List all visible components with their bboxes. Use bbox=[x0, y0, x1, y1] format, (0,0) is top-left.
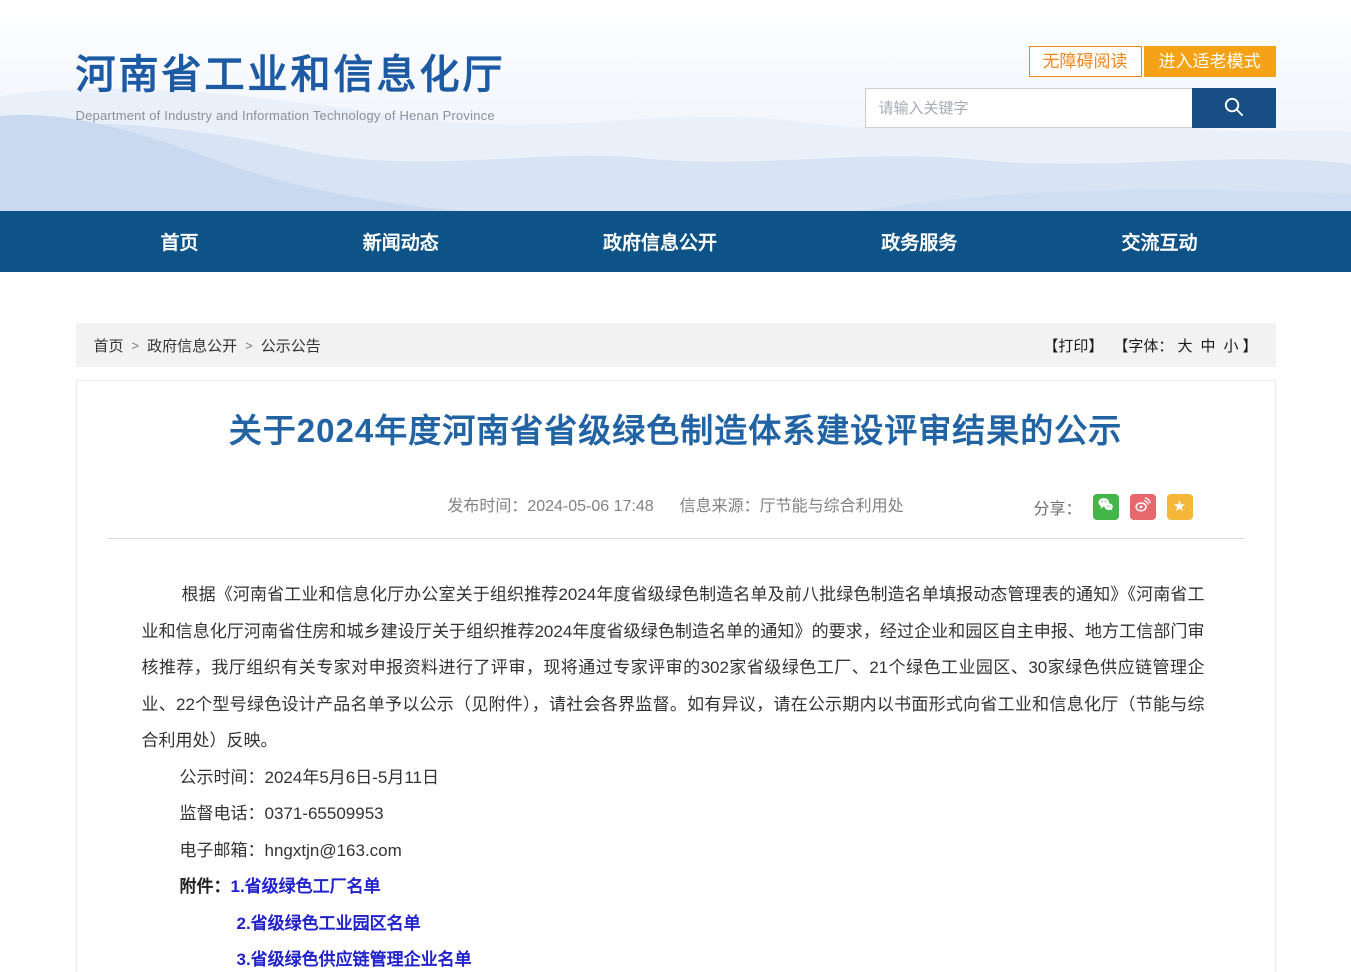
print-button[interactable]: 【打印】 bbox=[1043, 335, 1103, 356]
contact-email: 电子邮箱：hngxtjn@163.com bbox=[142, 833, 1205, 870]
share-weibo-button[interactable] bbox=[1130, 494, 1156, 520]
share-label: 分享： bbox=[1033, 495, 1081, 519]
wechat-icon bbox=[1097, 496, 1114, 518]
page-tools: 【打印】 【字体： 大 中 小 】 bbox=[1043, 335, 1257, 356]
share-wechat-button[interactable] bbox=[1093, 494, 1119, 520]
star-icon: ★ bbox=[1173, 494, 1186, 520]
attachment-row: 3.省级绿色供应链管理企业名单 bbox=[142, 942, 1205, 972]
breadcrumb: 首页 > 政府信息公开 > 公示公告 bbox=[94, 335, 321, 356]
elder-mode-button[interactable]: 进入适老模式 bbox=[1144, 46, 1276, 77]
accessibility-reading-button[interactable]: 无障碍阅读 bbox=[1029, 46, 1142, 77]
font-size-medium[interactable]: 中 bbox=[1200, 335, 1215, 356]
supervision-phone: 监督电话：0371-65509953 bbox=[142, 796, 1205, 833]
source: 厅节能与综合利用处 bbox=[760, 498, 904, 515]
share-toolbar: 分享： bbox=[1033, 494, 1192, 520]
search-bar bbox=[865, 88, 1276, 128]
header-right: 无障碍阅读 进入适老模式 bbox=[865, 46, 1276, 128]
article-meta-row: 发布时间：2024-05-06 17:48 信息来源：厅节能与综合利用处 分享： bbox=[77, 492, 1275, 522]
breadcrumb-announcements[interactable]: 公示公告 bbox=[261, 335, 321, 356]
font-size-label-suffix: 】 bbox=[1242, 335, 1257, 356]
nav-item-gov-info[interactable]: 政府信息公开 bbox=[603, 228, 717, 255]
search-icon bbox=[1222, 95, 1245, 121]
publish-time: 2024-05-06 17:48 bbox=[527, 498, 653, 515]
search-button[interactable] bbox=[1192, 88, 1276, 128]
site-banner: 河南省工业和信息化厅 Department of Industry and In… bbox=[0, 0, 1351, 211]
attachment-label: 附件： bbox=[180, 877, 231, 896]
share-qzone-button[interactable]: ★ bbox=[1167, 494, 1193, 520]
breadcrumb-separator: > bbox=[245, 338, 253, 353]
breadcrumb-bar: 首页 > 政府信息公开 > 公示公告 【打印】 【字体： 大 中 小 】 bbox=[76, 323, 1276, 367]
site-subtitle: Department of Industry and Information T… bbox=[76, 108, 506, 123]
breadcrumb-home[interactable]: 首页 bbox=[94, 335, 124, 356]
nav-item-home[interactable]: 首页 bbox=[161, 228, 199, 255]
weibo-icon bbox=[1134, 496, 1151, 518]
source-label: 信息来源： bbox=[680, 498, 760, 515]
attachment-link-green-industrial-parks[interactable]: 2.省级绿色工业园区名单 bbox=[237, 914, 421, 933]
article-paragraph: 根据《河南省工业和信息化厅办公室关于组织推荐2024年度省级绿色制造名单及前八批… bbox=[142, 577, 1205, 760]
nav-item-interaction[interactable]: 交流互动 bbox=[1121, 228, 1197, 255]
article-body: 根据《河南省工业和信息化厅办公室关于组织推荐2024年度省级绿色制造名单及前八批… bbox=[77, 539, 1275, 972]
attachment-link-green-supply-chain[interactable]: 3.省级绿色供应链管理企业名单 bbox=[237, 950, 472, 969]
site-logo[interactable]: 河南省工业和信息化厅 Department of Industry and In… bbox=[76, 42, 506, 123]
search-input[interactable] bbox=[865, 88, 1192, 128]
font-size-large[interactable]: 大 bbox=[1177, 335, 1192, 356]
publicity-period: 公示时间：2024年5月6日-5月11日 bbox=[142, 760, 1205, 797]
quick-buttons: 无障碍阅读 进入适老模式 bbox=[865, 46, 1276, 77]
article-title: 关于2024年度河南省省级绿色制造体系建设评审结果的公示 bbox=[77, 408, 1275, 454]
attachment-row: 附件：1.省级绿色工厂名单 bbox=[142, 869, 1205, 906]
font-size-small[interactable]: 小 bbox=[1223, 335, 1238, 356]
font-size-label: 【字体： bbox=[1113, 335, 1173, 356]
breadcrumb-gov-info[interactable]: 政府信息公开 bbox=[147, 335, 237, 356]
publish-time-label: 发布时间： bbox=[447, 498, 527, 515]
article-card: 关于2024年度河南省省级绿色制造体系建设评审结果的公示 发布时间：2024-0… bbox=[76, 380, 1276, 972]
nav-item-news[interactable]: 新闻动态 bbox=[363, 228, 439, 255]
attachment-link-green-factories[interactable]: 1.省级绿色工厂名单 bbox=[231, 877, 381, 896]
main-navigation: 首页 新闻动态 政府信息公开 政务服务 交流互动 bbox=[0, 211, 1351, 272]
site-title: 河南省工业和信息化厅 bbox=[76, 42, 506, 100]
breadcrumb-separator: > bbox=[132, 338, 140, 353]
nav-item-services[interactable]: 政务服务 bbox=[881, 228, 957, 255]
attachment-row: 2.省级绿色工业园区名单 bbox=[142, 906, 1205, 943]
